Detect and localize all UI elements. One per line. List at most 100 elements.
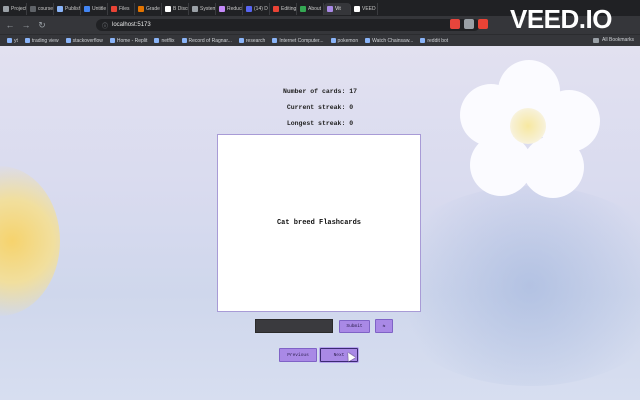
extension-icon[interactable] <box>464 19 474 29</box>
browser-tab[interactable]: System <box>189 3 216 15</box>
tab-label: Files <box>119 6 130 12</box>
bookmark-item[interactable]: stackoverflow <box>65 37 103 44</box>
answer-input[interactable] <box>255 319 333 333</box>
browser-tab[interactable]: (14) D <box>243 3 270 15</box>
bookmark-icon <box>181 38 187 43</box>
tab-favicon-icon <box>192 6 198 12</box>
tab-favicon-icon <box>300 6 306 12</box>
tab-favicon-icon <box>354 6 360 12</box>
bookmark-label: Record of Ragnar... <box>188 37 232 44</box>
bookmark-item[interactable]: trading view <box>24 37 59 44</box>
folder-icon <box>593 37 600 43</box>
bookmark-icon <box>238 38 244 43</box>
shuffle-button[interactable]: ⇆ <box>375 319 393 333</box>
tab-label: Grade <box>146 6 160 12</box>
card-count: Number of cards: 17 <box>282 88 358 95</box>
previous-button[interactable]: Previous <box>279 348 317 362</box>
browser-tab[interactable]: B Discu <box>162 3 189 15</box>
tab-favicon-icon <box>219 6 225 12</box>
bookmark-label: Home - Replit <box>116 37 148 44</box>
bookmark-label: Watch Chainsaw... <box>372 37 414 44</box>
page-viewport: Number of cards: 17 Current streak: 0 Lo… <box>0 46 640 400</box>
bookmark-icon <box>154 38 160 43</box>
flashcard-text: Cat breed Flashcards <box>276 219 361 227</box>
browser-tab[interactable]: Untitle <box>81 3 108 15</box>
tab-favicon-icon <box>273 6 279 12</box>
browser-tab[interactable]: VEED <box>351 3 378 15</box>
tab-favicon-icon <box>246 6 252 12</box>
bookmark-item[interactable]: Watch Chainsaw... <box>365 38 413 44</box>
bookmark-icon <box>7 38 12 43</box>
current-streak: Current streak: 0 <box>286 104 354 111</box>
browser-tab[interactable]: Grade <box>135 3 162 15</box>
bookmark-item[interactable]: pokemon <box>330 37 359 44</box>
tab-favicon-icon <box>165 6 171 12</box>
bookmark-label: stackoverflow <box>72 37 103 44</box>
browser-tab[interactable]: Files <box>108 3 135 15</box>
url-text: localhost:5173 <box>112 22 151 28</box>
extension-icons <box>450 19 488 29</box>
bookmark-label: reddit bot <box>427 37 449 44</box>
bookmark-label: netflix <box>161 37 175 44</box>
extension-icon[interactable] <box>478 19 488 29</box>
browser-tab[interactable]: Editing <box>270 3 297 15</box>
tab-favicon-icon <box>3 6 9 12</box>
bookmark-label: pokemon <box>337 37 359 44</box>
background-blob <box>0 166 60 316</box>
bookmark-item[interactable]: Record of Ragnar... <box>181 37 232 44</box>
bookmark-item[interactable]: netflix <box>154 37 175 44</box>
tab-label: Reduci <box>227 6 243 12</box>
bookmark-item[interactable]: yt <box>7 38 18 44</box>
all-bookmarks[interactable]: All Bookmarks <box>593 37 634 43</box>
browser-tab[interactable]: Project <box>0 3 27 15</box>
tab-favicon-icon <box>138 6 144 12</box>
brave-shield-icon[interactable] <box>450 19 460 29</box>
tab-favicon-icon <box>57 6 63 12</box>
tab-label: Project <box>11 6 27 12</box>
bookmark-label: trading view <box>31 37 59 44</box>
tab-label: VEED <box>362 6 376 12</box>
tab-label: B Discu <box>173 6 189 12</box>
bookmark-item[interactable]: research <box>238 37 266 44</box>
bookmark-item[interactable]: Home - Replit <box>109 37 148 44</box>
reload-icon[interactable]: ↻ <box>36 19 48 31</box>
tab-label: System <box>200 6 216 12</box>
browser-tab[interactable]: About <box>297 3 324 15</box>
tab-label: Vit <box>335 6 341 12</box>
bookmark-icon <box>365 38 371 43</box>
all-bookmarks-label: All Bookmarks <box>602 37 634 43</box>
flower-decoration <box>460 60 600 200</box>
tab-favicon-icon <box>30 6 36 12</box>
browser-tab[interactable]: course <box>27 3 54 15</box>
tab-favicon-icon <box>84 6 90 12</box>
bookmark-label: research <box>245 37 266 44</box>
tab-label: Untitle <box>92 6 107 12</box>
browser-tab[interactable]: Vit <box>324 3 351 15</box>
bookmarks-bar: yt trading view stackoverflow Home - Replit… <box>0 34 640 46</box>
bookmark-label: yt <box>14 37 18 44</box>
bookmark-label: Internet Computer... <box>279 37 324 44</box>
tab-label: Publish <box>65 6 81 12</box>
bookmark-icon <box>65 38 71 43</box>
browser-tab[interactable]: Reduci <box>216 3 243 15</box>
bookmark-icon <box>272 38 278 43</box>
tab-favicon-icon <box>111 6 117 12</box>
info-icon[interactable]: ⓘ <box>102 21 108 30</box>
bookmark-icon <box>420 38 426 43</box>
tab-label: (14) D <box>254 6 268 12</box>
submit-button[interactable]: Submit <box>339 320 370 333</box>
url-input[interactable]: ⓘ localhost:5173 <box>96 19 480 31</box>
flashcard[interactable]: Cat breed Flashcards <box>217 134 421 312</box>
back-icon[interactable]: ← <box>4 19 16 31</box>
bookmark-icon <box>24 38 30 43</box>
watermark-logo: VEED.IO <box>510 4 612 34</box>
bookmark-item[interactable]: reddit bot <box>420 38 448 44</box>
tab-label: About <box>308 6 322 12</box>
bookmark-icon <box>109 38 115 43</box>
longest-streak: Longest streak: 0 <box>286 120 354 127</box>
tab-favicon-icon <box>327 6 333 12</box>
browser-tab[interactable]: Publish <box>54 3 81 15</box>
tab-label: course <box>38 6 54 12</box>
forward-icon[interactable]: → <box>20 19 32 31</box>
bookmark-item[interactable]: Internet Computer... <box>272 37 324 44</box>
